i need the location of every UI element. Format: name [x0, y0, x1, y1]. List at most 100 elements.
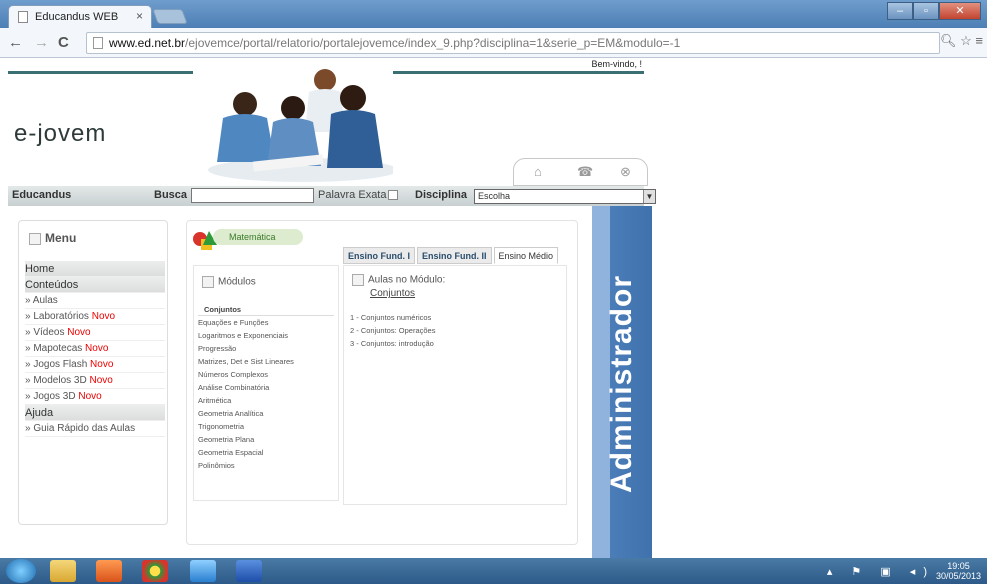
modules-square-icon: [202, 276, 214, 288]
chrome-icon[interactable]: [142, 560, 168, 582]
menu-item-label: » Vídeos: [25, 327, 68, 338]
lessons-heading-text: Aulas no Módulo:: [368, 274, 446, 286]
module-item[interactable]: Logaritmos e Exponenciais: [198, 329, 334, 342]
reload-icon[interactable]: C: [58, 34, 69, 51]
menu-item[interactable]: Ajuda: [25, 405, 165, 421]
module-item[interactable]: Progressão: [198, 342, 334, 355]
tab-title: Educandus WEB: [35, 11, 119, 23]
menu-item[interactable]: » Modelos 3D Novo: [25, 373, 165, 389]
module-item[interactable]: Polinômios: [198, 459, 334, 472]
menu-title-text: Menu: [45, 231, 77, 245]
home-icon[interactable]: ⌂: [534, 164, 542, 179]
word-icon[interactable]: [236, 560, 262, 582]
students-photo: [193, 62, 393, 182]
module-item[interactable]: Números Complexos: [198, 368, 334, 381]
menu-item-label: » Mapotecas: [25, 343, 86, 354]
lessons-module-link[interactable]: Conjuntos: [370, 288, 415, 299]
site-logo[interactable]: e-jovem: [14, 120, 106, 148]
windows-taskbar: ▴ ⚑ ▣ ◂) 19:05 30/05/2013: [0, 558, 987, 584]
admin-label: Administrador: [605, 274, 638, 494]
module-item[interactable]: Geometria Espacial: [198, 446, 334, 459]
phone-icon[interactable]: ☎: [577, 164, 593, 180]
tab-close-icon[interactable]: ×: [136, 9, 143, 23]
url-text: www.ed.net.br/ejovemce/portal/relatorio/…: [109, 36, 680, 50]
maximize-button[interactable]: ▫: [913, 2, 939, 20]
module-item[interactable]: Aritmética: [198, 394, 334, 407]
header-icons: ⌂ ☎ ⊗: [513, 158, 648, 186]
lessons-heading: Aulas no Módulo:: [352, 274, 445, 286]
zoom-bookmark-menu-icons[interactable]: 🔍︎ ☆ ≡: [940, 33, 983, 49]
lessons-box: Aulas no Módulo: Conjuntos 1 - Conjuntos…: [343, 265, 567, 505]
new-badge: Novo: [90, 359, 114, 370]
url-domain: www.ed.net.br: [109, 36, 186, 50]
page-viewport: Bem-vindo, ! e-jovem ⌂ ☎ ⊗ Educandus Bus…: [0, 58, 987, 558]
menu-item[interactable]: » Laboratórios Novo: [25, 309, 165, 325]
menu-item[interactable]: » Jogos Flash Novo: [25, 357, 165, 373]
menu-item[interactable]: » Guia Rápido das Aulas: [25, 421, 165, 437]
tab-level[interactable]: Ensino Fund. II: [417, 247, 492, 264]
start-button[interactable]: [6, 559, 36, 583]
content-panel: Matemática Ensino Fund. I Ensino Fund. II…: [186, 220, 578, 545]
module-item[interactable]: Geometria Plana: [198, 433, 334, 446]
module-item[interactable]: Conjuntos: [198, 303, 334, 316]
close-icon[interactable]: ⊗: [620, 164, 631, 180]
search-bar: Educandus Busca Palavra Exata Disciplina…: [8, 186, 656, 206]
new-badge: Novo: [78, 391, 102, 402]
menu-item-label: » Jogos 3D: [25, 391, 79, 402]
new-tab-button[interactable]: [152, 9, 188, 24]
lesson-item[interactable]: 1 - Conjuntos numéricos: [350, 311, 435, 324]
menu-item-label: Home: [25, 263, 55, 275]
site-name-label: Educandus: [12, 189, 72, 201]
media-player-icon[interactable]: [96, 560, 122, 582]
back-icon[interactable]: ←: [8, 34, 23, 51]
menu-item[interactable]: Conteúdos: [25, 277, 165, 293]
browser-toolbar: ← → C www.ed.net.br/ejovemce/portal/rela…: [0, 28, 987, 58]
forward-icon[interactable]: →: [34, 34, 49, 51]
menu-item[interactable]: » Jogos 3D Novo: [25, 389, 165, 405]
exact-word-checkbox[interactable]: [388, 190, 398, 200]
menu-list: Home Conteúdos» Aulas» Laboratórios Novo»…: [25, 261, 165, 437]
lesson-item[interactable]: 3 - Conjuntos: introdução: [350, 337, 435, 350]
lessons-list: 1 - Conjuntos numéricos 2 - Conjuntos: Op…: [350, 311, 435, 350]
modules-heading-text: Módulos: [218, 276, 256, 288]
module-item[interactable]: Equações e Funções: [198, 316, 334, 329]
menu-item-label: Ajuda: [25, 407, 54, 419]
tray-icons[interactable]: ▴ ⚑ ▣ ◂): [827, 565, 935, 578]
module-item[interactable]: Análise Combinatória: [198, 381, 334, 394]
address-bar[interactable]: www.ed.net.br/ejovemce/portal/relatorio/…: [86, 32, 940, 54]
page-icon: [18, 11, 28, 23]
lessons-square-icon: [352, 274, 364, 286]
menu-item-label: » Guia Rápido das Aulas: [25, 423, 136, 434]
chevron-down-icon[interactable]: ▼: [643, 190, 655, 203]
menu-item-label: » Jogos Flash: [25, 359, 91, 370]
admin-sidebar: Administrador: [592, 206, 652, 558]
menu-item-label: » Aulas: [25, 295, 58, 306]
tab-level[interactable]: Ensino Fund. I: [343, 247, 415, 264]
module-item[interactable]: Geometria Analítica: [198, 407, 334, 420]
new-badge: Novo: [85, 343, 109, 354]
discipline-value: Escolha: [478, 191, 511, 201]
clock[interactable]: 19:05 30/05/2013: [936, 561, 981, 581]
menu-item-label: » Laboratórios: [25, 311, 92, 322]
welcome-text: Bem-vindo, !: [591, 59, 642, 69]
search-input[interactable]: [191, 188, 314, 203]
menu-item[interactable]: » Aulas: [25, 293, 165, 309]
ie-icon[interactable]: [190, 560, 216, 582]
browser-titlebar: Educandus WEB × – ▫ ✕: [0, 0, 987, 28]
menu-item[interactable]: » Vídeos Novo: [25, 325, 165, 341]
page-icon: [93, 37, 103, 49]
site-container: Bem-vindo, ! e-jovem ⌂ ☎ ⊗ Educandus Bus…: [8, 58, 656, 558]
module-item[interactable]: Trigonometria: [198, 420, 334, 433]
minimize-button[interactable]: –: [887, 2, 913, 20]
tab-level[interactable]: Ensino Médio: [493, 247, 559, 264]
menu-item-label: » Modelos 3D: [25, 375, 90, 386]
clock-date: 30/05/2013: [935, 571, 981, 581]
explorer-icon[interactable]: [50, 560, 76, 582]
menu-item[interactable]: Home: [25, 261, 165, 277]
close-window-button[interactable]: ✕: [939, 2, 981, 20]
discipline-select[interactable]: Escolha ▼: [474, 189, 656, 204]
lesson-item[interactable]: 2 - Conjuntos: Operações: [350, 324, 435, 337]
module-item[interactable]: Matrizes, Det e Sist Lineares: [198, 355, 334, 368]
menu-item[interactable]: » Mapotecas Novo: [25, 341, 165, 357]
browser-tab[interactable]: Educandus WEB ×: [8, 5, 152, 28]
